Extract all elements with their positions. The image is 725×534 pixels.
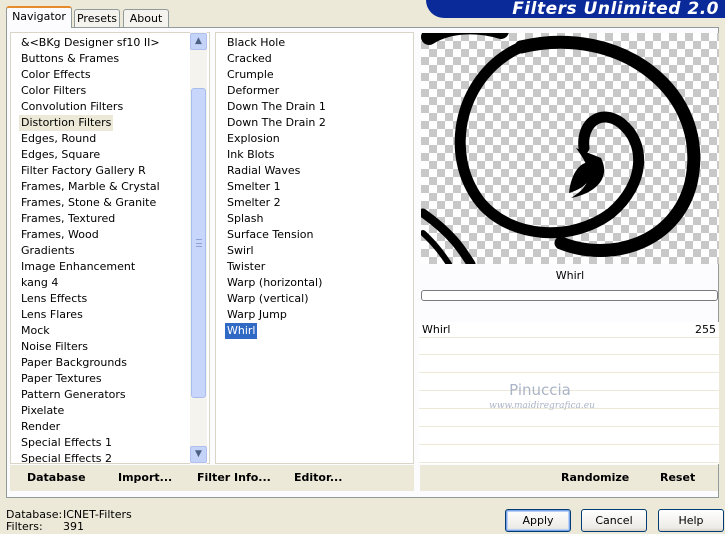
scroll-up-button[interactable]: ▲ bbox=[190, 33, 207, 50]
category-item[interactable]: Color Filters bbox=[19, 83, 88, 99]
scroll-down-button[interactable]: ▼ bbox=[190, 446, 207, 463]
category-item[interactable]: Filter Factory Gallery R bbox=[19, 163, 148, 179]
category-item[interactable]: Pattern Generators bbox=[19, 387, 128, 403]
scroll-thumb[interactable] bbox=[191, 88, 206, 398]
param-row-whirl[interactable]: Whirl 255 bbox=[419, 322, 719, 338]
category-item[interactable]: Gradients bbox=[19, 243, 77, 259]
filter-item[interactable]: Warp (horizontal) bbox=[225, 275, 324, 291]
filter-item[interactable]: Warp Jump bbox=[225, 307, 289, 323]
category-item[interactable]: kang 4 bbox=[19, 275, 60, 291]
category-item[interactable]: Lens Effects bbox=[19, 291, 89, 307]
apply-button[interactable]: Apply bbox=[505, 509, 571, 532]
category-item[interactable]: Convolution Filters bbox=[19, 99, 125, 115]
category-item[interactable]: Render bbox=[19, 419, 62, 435]
filter-item[interactable]: Deformer bbox=[225, 83, 281, 99]
param-row-empty bbox=[419, 357, 719, 373]
filter-item[interactable]: Twister bbox=[225, 259, 267, 275]
filter-info-button[interactable]: Filter Info... bbox=[197, 465, 271, 491]
title-banner: Filters Unlimited 2.0 bbox=[426, 0, 725, 19]
filters-count: 391 bbox=[63, 520, 84, 533]
filter-item[interactable]: Surface Tension bbox=[225, 227, 315, 243]
filter-list[interactable]: Black Hole Cracked Crumple Deformer Down The… bbox=[215, 32, 414, 464]
filter-item[interactable]: Ink Blots bbox=[225, 147, 276, 163]
filter-item[interactable]: Crumple bbox=[225, 67, 276, 83]
preview-filter-name: Whirl bbox=[555, 269, 585, 282]
filter-item[interactable]: Radial Waves bbox=[225, 163, 302, 179]
category-item[interactable]: Buttons & Frames bbox=[19, 51, 121, 67]
whirl-preview-graphic bbox=[421, 33, 701, 264]
category-item[interactable]: Color Effects bbox=[19, 67, 93, 83]
filter-item[interactable]: Smelter 2 bbox=[225, 195, 283, 211]
category-item[interactable]: Pixelate bbox=[19, 403, 66, 419]
filter-item[interactable]: Smelter 1 bbox=[225, 179, 283, 195]
filter-item[interactable]: Cracked bbox=[225, 51, 274, 67]
category-scrollbar[interactable]: ▲ ▼ bbox=[190, 32, 207, 464]
reset-button[interactable]: Reset bbox=[660, 465, 695, 491]
filter-item[interactable]: Splash bbox=[225, 211, 265, 227]
category-item[interactable]: Lens Flares bbox=[19, 307, 85, 323]
category-item[interactable]: Distortion Filters bbox=[19, 115, 114, 131]
randomize-button[interactable]: Randomize bbox=[561, 465, 629, 491]
filter-item[interactable]: Warp (vertical) bbox=[225, 291, 311, 307]
filter-item[interactable]: Swirl bbox=[225, 243, 256, 259]
category-item[interactable]: &<BKg Designer sf10 II> bbox=[19, 35, 162, 51]
help-button[interactable]: Help bbox=[658, 509, 724, 532]
filter-item[interactable]: Down The Drain 2 bbox=[225, 115, 328, 131]
progress-bar bbox=[421, 290, 718, 301]
category-item[interactable]: Special Effects 2 bbox=[19, 451, 114, 463]
category-item[interactable]: Special Effects 1 bbox=[19, 435, 114, 451]
tab-navigator[interactable]: Navigator bbox=[6, 6, 72, 28]
category-list[interactable]: &<BKg Designer sf10 II> Buttons & Frames C… bbox=[10, 32, 210, 464]
app-title: Filters Unlimited 2.0 bbox=[512, 0, 719, 19]
watermark-name: Pinuccia bbox=[509, 381, 571, 399]
category-item[interactable]: Noise Filters bbox=[19, 339, 90, 355]
database-button[interactable]: Database bbox=[27, 465, 86, 491]
category-item[interactable]: Paper Textures bbox=[19, 371, 104, 387]
category-item[interactable]: Mock bbox=[19, 323, 52, 339]
category-item[interactable]: Paper Backgrounds bbox=[19, 355, 129, 371]
editor-button[interactable]: Editor... bbox=[294, 465, 342, 491]
filter-item[interactable]: Explosion bbox=[225, 131, 282, 147]
param-value: 255 bbox=[695, 323, 716, 336]
param-row-empty bbox=[419, 411, 719, 427]
tab-about[interactable]: About bbox=[123, 9, 169, 28]
filter-item[interactable]: Down The Drain 1 bbox=[225, 99, 328, 115]
import-button[interactable]: Import... bbox=[118, 465, 172, 491]
category-item[interactable]: Edges, Square bbox=[19, 147, 102, 163]
filter-item[interactable]: Whirl bbox=[225, 323, 258, 339]
param-row-empty bbox=[419, 447, 719, 463]
filters-label: Filters: bbox=[6, 520, 43, 533]
tab-presets[interactable]: Presets bbox=[74, 9, 120, 28]
category-item[interactable]: Frames, Stone & Granite bbox=[19, 195, 158, 211]
grip-icon bbox=[196, 239, 202, 247]
param-row-empty bbox=[419, 429, 719, 445]
category-item[interactable]: Edges, Round bbox=[19, 131, 98, 147]
param-name: Whirl bbox=[422, 323, 451, 336]
filter-item[interactable]: Black Hole bbox=[225, 35, 287, 51]
preview-image bbox=[421, 33, 719, 264]
category-item[interactable]: Frames, Textured bbox=[19, 211, 117, 227]
category-item[interactable]: Image Enhancement bbox=[19, 259, 137, 275]
param-row-empty bbox=[419, 339, 719, 355]
cancel-button[interactable]: Cancel bbox=[581, 509, 647, 532]
category-item[interactable]: Frames, Wood bbox=[19, 227, 101, 243]
category-item[interactable]: Frames, Marble & Crystal bbox=[19, 179, 162, 195]
watermark-site: www.maidiregrafica.eu bbox=[489, 401, 595, 411]
